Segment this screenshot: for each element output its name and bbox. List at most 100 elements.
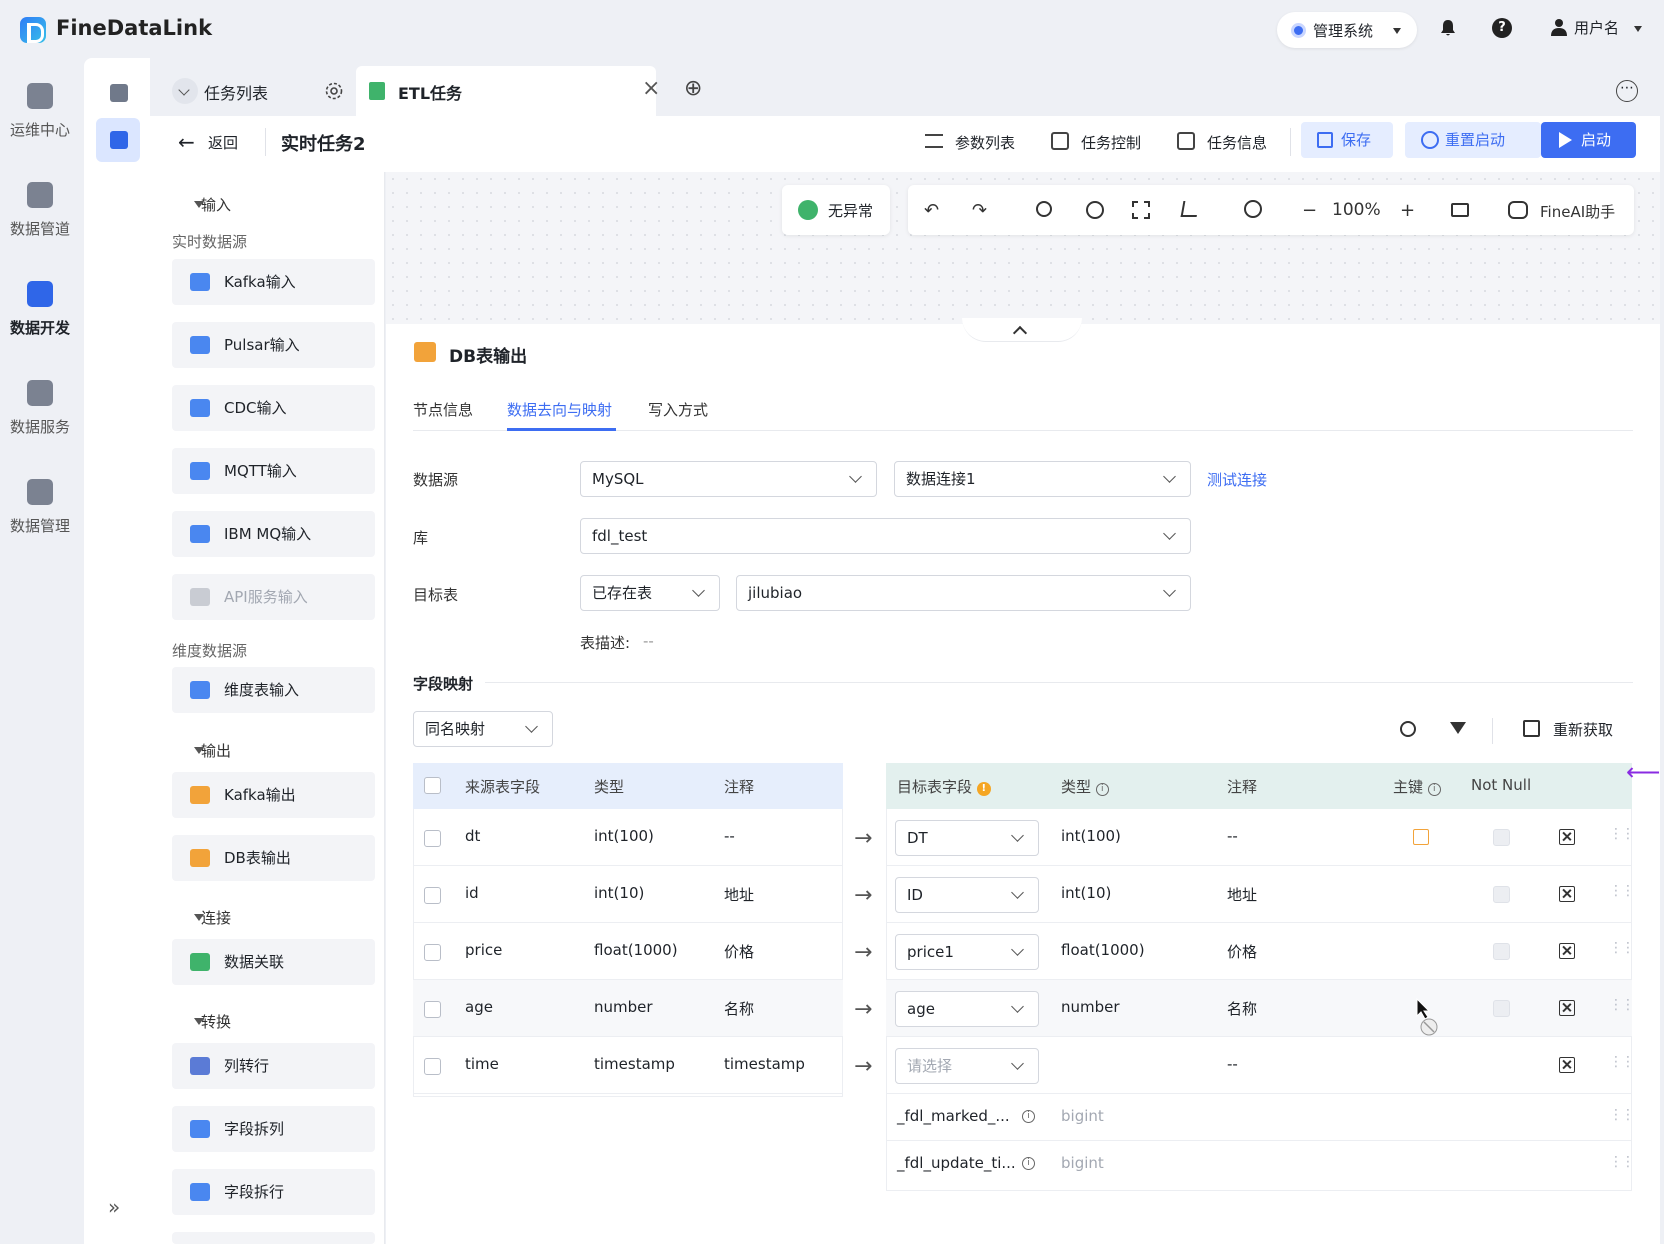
- tab-write-mode[interactable]: 写入方式: [648, 399, 708, 420]
- table-row[interactable]: time timestamp timestamp: [413, 1037, 843, 1094]
- help-icon[interactable]: ?: [1492, 18, 1512, 38]
- table-row[interactable]: price float(1000) 价格: [413, 923, 843, 980]
- source-field: dt: [465, 827, 481, 845]
- node-cdc-input[interactable]: CDC输入: [172, 385, 375, 431]
- node-dimension-input[interactable]: 维度表输入: [172, 667, 375, 713]
- rail-item-pipeline[interactable]: 数据管道: [0, 182, 80, 239]
- row-checkbox[interactable]: [424, 944, 441, 961]
- test-connection-link[interactable]: 测试连接: [1207, 469, 1267, 490]
- section-join[interactable]: 连接: [193, 907, 231, 928]
- search-icon[interactable]: [1400, 721, 1416, 737]
- table-row[interactable]: dt int(100) --: [413, 809, 843, 866]
- info-icon[interactable]: i: [1022, 1157, 1035, 1170]
- node-split-columns[interactable]: 字段拆列: [172, 1106, 375, 1152]
- info-icon[interactable]: i: [1022, 1110, 1035, 1123]
- locate-icon[interactable]: [1244, 200, 1262, 218]
- save-button[interactable]: 保存: [1301, 122, 1393, 158]
- fingerprint-icon[interactable]: [1086, 201, 1104, 219]
- node-col-to-row[interactable]: 列转行: [172, 1043, 375, 1089]
- target-table-select[interactable]: jilubiao: [736, 575, 1191, 611]
- redo-icon[interactable]: ↷: [972, 200, 987, 221]
- gear-icon[interactable]: [324, 81, 344, 101]
- node-ibmmq-input[interactable]: IBM MQ输入: [172, 511, 375, 557]
- add-tab-icon[interactable]: ⊕: [684, 76, 702, 101]
- drag-handle-icon[interactable]: ⋮⋮: [1609, 1054, 1635, 1070]
- zoom-in-icon[interactable]: +: [1400, 200, 1415, 221]
- rail-item-manage[interactable]: 数据管理: [0, 479, 80, 536]
- refresh-button[interactable]: 重新获取: [1553, 719, 1613, 740]
- node-split-rows[interactable]: 字段拆行: [172, 1169, 375, 1215]
- rail-item-ops[interactable]: 运维中心: [0, 83, 80, 140]
- row-checkbox[interactable]: [424, 887, 441, 904]
- drag-handle-icon[interactable]: ⋮⋮: [1609, 826, 1635, 842]
- node-partial[interactable]: [172, 1232, 375, 1244]
- target-field-select[interactable]: ID: [895, 877, 1039, 913]
- not-null-checkbox[interactable]: [1493, 886, 1510, 903]
- warning-icon[interactable]: !: [976, 782, 991, 796]
- rail-item-dev[interactable]: 数据开发: [0, 281, 80, 338]
- filter-icon[interactable]: [1450, 722, 1466, 734]
- node-data-join[interactable]: 数据关联: [172, 939, 375, 985]
- fineai-button[interactable]: FineAI助手: [1540, 201, 1615, 222]
- db-select[interactable]: fdl_test: [580, 518, 1191, 554]
- delete-row-icon[interactable]: [1559, 1000, 1575, 1016]
- undo-icon[interactable]: ↶: [924, 200, 939, 221]
- primary-key-icon[interactable]: [1413, 829, 1429, 845]
- search-icon[interactable]: [1036, 201, 1052, 217]
- delete-row-icon[interactable]: [1559, 943, 1575, 959]
- rail-item-service[interactable]: 数据服务: [0, 380, 80, 437]
- close-icon[interactable]: ×: [642, 76, 660, 101]
- section-output[interactable]: 输出: [193, 740, 231, 761]
- not-null-checkbox[interactable]: [1493, 1000, 1510, 1017]
- table-row[interactable]: age number 名称: [413, 980, 843, 1037]
- section-transform[interactable]: 转换: [193, 1011, 231, 1032]
- ai-robot-icon[interactable]: [1508, 201, 1528, 219]
- tab-mapping[interactable]: 数据去向与映射: [507, 399, 612, 420]
- mapping-mode-select[interactable]: 同名映射: [413, 711, 553, 747]
- drag-handle-icon[interactable]: ⋮⋮: [1609, 883, 1635, 899]
- user-name[interactable]: 用户名: [1574, 17, 1619, 38]
- fit-view-icon[interactable]: [1132, 201, 1150, 219]
- system-switcher[interactable]: 管理系统: [1277, 12, 1417, 48]
- row-checkbox[interactable]: [424, 1058, 441, 1075]
- section-input[interactable]: 输入: [193, 194, 231, 215]
- node-kafka-input[interactable]: Kafka输入: [172, 259, 375, 305]
- target-field-select[interactable]: price1: [895, 934, 1039, 970]
- row-checkbox[interactable]: [424, 830, 441, 847]
- target-field-select[interactable]: age: [895, 991, 1039, 1027]
- connection-select[interactable]: 数据连接1: [894, 461, 1191, 497]
- layout-icon[interactable]: [1180, 201, 1200, 217]
- node-db-output[interactable]: DB表输出: [172, 835, 375, 881]
- bell-icon[interactable]: [1440, 19, 1456, 37]
- info-icon[interactable]: i: [1427, 783, 1441, 796]
- datasource-type-select[interactable]: MySQL: [580, 461, 877, 497]
- node-pulsar-input[interactable]: Pulsar输入: [172, 322, 375, 368]
- target-field-select[interactable]: 请选择: [895, 1048, 1039, 1084]
- info-icon[interactable]: i: [1095, 783, 1109, 796]
- node-mqtt-input[interactable]: MQTT输入: [172, 448, 375, 494]
- back-arrow-icon[interactable]: ←: [178, 130, 195, 154]
- delete-row-icon[interactable]: [1559, 829, 1575, 845]
- keyboard-icon[interactable]: [1451, 203, 1469, 217]
- more-icon[interactable]: ⋯: [1616, 80, 1638, 102]
- delete-row-icon[interactable]: [1559, 1057, 1575, 1073]
- restart-button[interactable]: 重置启动: [1405, 122, 1541, 158]
- user-icon[interactable]: [1550, 18, 1568, 36]
- start-button[interactable]: 启动: [1541, 122, 1636, 158]
- select-all-checkbox[interactable]: [424, 777, 441, 794]
- table-row[interactable]: id int(10) 地址: [413, 866, 843, 923]
- target-mode-select[interactable]: 已存在表: [580, 575, 720, 611]
- back-button[interactable]: 返回: [208, 132, 238, 153]
- refresh-icon[interactable]: [1523, 720, 1540, 737]
- not-null-checkbox[interactable]: [1493, 943, 1510, 960]
- zoom-out-icon[interactable]: −: [1302, 200, 1317, 221]
- drag-handle-icon[interactable]: ⋮⋮: [1609, 997, 1635, 1013]
- expand-icon[interactable]: »: [108, 1195, 120, 1219]
- node-kafka-output[interactable]: Kafka输出: [172, 772, 375, 818]
- target-field-select[interactable]: DT: [895, 820, 1039, 856]
- row-checkbox[interactable]: [424, 1001, 441, 1018]
- drag-handle-icon[interactable]: ⋮⋮: [1609, 940, 1635, 956]
- task-list-icon[interactable]: [110, 84, 128, 102]
- tab-node-info[interactable]: 节点信息: [413, 399, 473, 420]
- delete-row-icon[interactable]: [1559, 886, 1575, 902]
